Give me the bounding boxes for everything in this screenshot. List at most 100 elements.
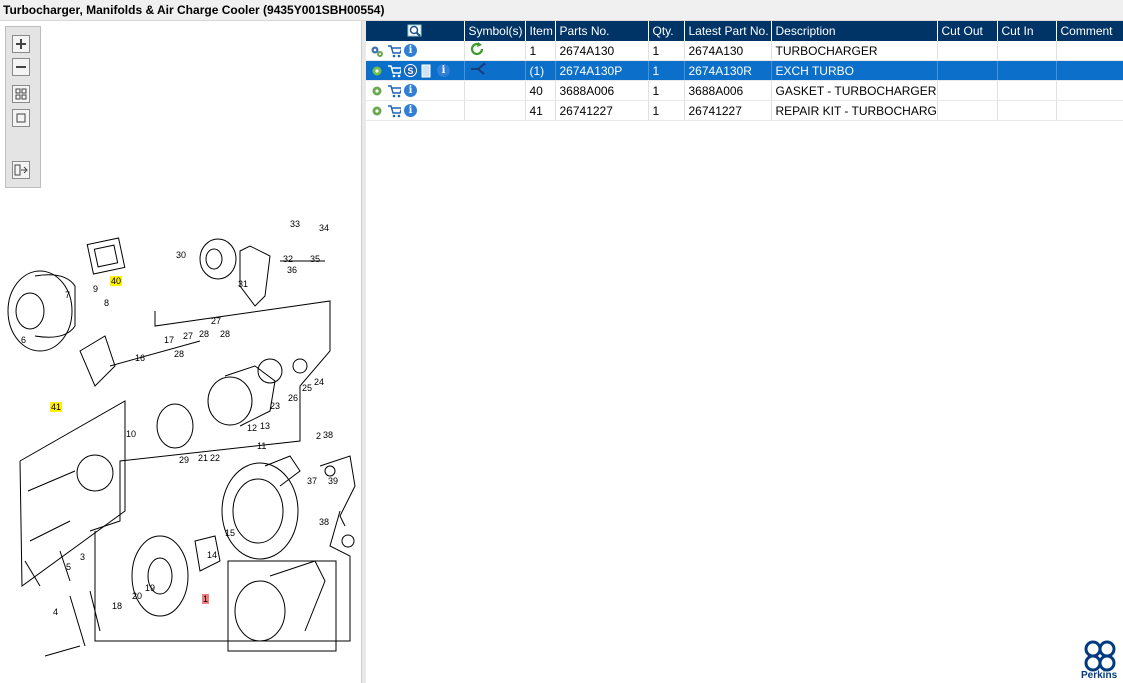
row-cut-in (997, 41, 1057, 61)
callout-label: 28 (199, 329, 210, 339)
table-row[interactable]: i 41 26741227 1 26741227 REPAIR KIT - TU… (366, 100, 1123, 121)
row-cut-out (937, 100, 998, 121)
callout-label: 32 (283, 254, 294, 264)
zoom-out-icon (16, 66, 26, 68)
callout-label: 17 (164, 335, 175, 345)
zoom-out-button[interactable] (12, 58, 30, 76)
column-header-comment[interactable]: Comment (1056, 21, 1123, 41)
column-header-cut-out[interactable]: Cut Out (937, 21, 998, 41)
callout-label: 16 (135, 353, 146, 363)
callout-40[interactable]: 40 (110, 276, 123, 286)
fit-one-button[interactable] (12, 109, 30, 127)
gear-icon[interactable] (370, 64, 384, 78)
callout-label: 25 (302, 383, 313, 393)
toggle-panel-button[interactable] (12, 161, 30, 179)
gear-icon[interactable] (370, 104, 384, 118)
callout-label: 15 (225, 528, 236, 538)
search-image-icon (407, 24, 422, 37)
row-qty: 1 (648, 60, 685, 81)
column-header-cut-in[interactable]: Cut In (997, 21, 1057, 41)
supersession-icon[interactable]: S (404, 64, 417, 77)
gears-icon[interactable] (370, 44, 384, 58)
callout-label: 13 (260, 421, 271, 431)
row-description: REPAIR KIT - TURBOCHARGER (771, 100, 938, 121)
row-cut-in (997, 100, 1057, 121)
callout-label: 23 (270, 401, 281, 411)
single-view-icon (16, 113, 26, 123)
callout-label: 2 (316, 431, 322, 441)
callout-1[interactable]: 1 (202, 594, 210, 604)
document-icon[interactable] (420, 64, 434, 78)
zoom-in-button[interactable] (12, 35, 30, 53)
info-icon[interactable]: i (404, 104, 417, 117)
column-header-search[interactable] (366, 21, 465, 41)
column-header-symbols[interactable]: Symbol(s) (464, 21, 526, 41)
callout-label: 38 (323, 430, 334, 440)
callout-label: 4 (53, 607, 59, 617)
callout-label: 18 (112, 601, 123, 611)
row-cut-out (937, 80, 998, 101)
callout-label: 27 (211, 316, 222, 326)
callout-label: 35 (310, 254, 321, 264)
callout-label: 31 (238, 279, 249, 289)
callout-label: 5 (66, 562, 72, 572)
column-header-qty[interactable]: Qty. (648, 21, 685, 41)
info-icon[interactable]: i (404, 84, 417, 97)
callout-label: 29 (179, 455, 190, 465)
table-row-selected[interactable]: S i (1) 2674A130P 1 2674A130R EXCH TURBO (366, 60, 1123, 81)
row-description: TURBOCHARGER (771, 41, 938, 61)
row-latest-part-no: 26741227 (684, 100, 772, 121)
callout-label: 8 (104, 298, 110, 308)
callout-label: 9 (93, 284, 99, 294)
info-icon[interactable]: i (437, 64, 450, 77)
exploded-parts-diagram[interactable] (0, 201, 361, 671)
row-latest-part-no: 2674A130 (684, 41, 772, 61)
column-header-latest-part-no[interactable]: Latest Part No. (684, 21, 772, 41)
callout-label: 22 (210, 453, 221, 463)
shopping-cart-icon[interactable] (387, 44, 401, 58)
grid-view-icon (15, 88, 27, 100)
fit-all-button[interactable] (12, 85, 30, 103)
shopping-cart-icon[interactable] (387, 104, 401, 118)
row-comment (1056, 80, 1123, 101)
row-actions: S i (366, 60, 465, 81)
row-qty: 1 (648, 100, 685, 121)
row-cut-out (937, 60, 998, 81)
callout-41[interactable]: 41 (50, 402, 63, 412)
callout-label: 30 (176, 250, 187, 260)
title-bar: Turbocharger, Manifolds & Air Charge Coo… (0, 0, 1123, 21)
gear-icon[interactable] (370, 84, 384, 98)
row-parts-no: 26741227 (555, 100, 649, 121)
callout-label: 24 (314, 377, 325, 387)
row-actions: i (366, 100, 465, 121)
row-description: GASKET - TURBOCHARGER (771, 80, 938, 101)
callout-label: 14 (207, 550, 218, 560)
callout-label: 28 (220, 329, 231, 339)
panel-arrow-icon (14, 164, 28, 176)
callout-label: 28 (174, 349, 185, 359)
info-icon[interactable]: i (404, 44, 417, 57)
callout-label: 21 (198, 453, 209, 463)
row-comment (1056, 60, 1123, 81)
row-parts-no: 2674A130P (555, 60, 649, 81)
row-parts-no: 2674A130 (555, 41, 649, 61)
row-cut-in (997, 60, 1057, 81)
brand-name: Perkins (1081, 670, 1118, 681)
callout-label: 7 (65, 290, 71, 300)
row-parts-no: 3688A006 (555, 80, 649, 101)
column-header-description[interactable]: Description (771, 21, 938, 41)
row-symbols (464, 100, 526, 121)
table-row[interactable]: i 40 3688A006 1 3688A006 GASKET - TURBOC… (366, 80, 1123, 101)
table-row[interactable]: i 1 2674A130 1 2674A130 TURBOCHARGER (366, 41, 1123, 61)
row-latest-part-no: 2674A130R (684, 60, 772, 81)
column-header-parts-no[interactable]: Parts No. (555, 21, 649, 41)
row-symbols (464, 41, 526, 61)
shopping-cart-icon[interactable] (387, 84, 401, 98)
column-header-item[interactable]: Item (525, 21, 556, 41)
callout-label: 10 (126, 429, 137, 439)
row-latest-part-no: 3688A006 (684, 80, 772, 101)
callout-label: 36 (287, 265, 298, 275)
diagram-pane[interactable]: 40 41 1 33 34 30 32 35 36 31 9 8 7 6 27 … (0, 21, 361, 683)
row-qty: 1 (648, 41, 685, 61)
shopping-cart-icon[interactable] (387, 64, 401, 78)
